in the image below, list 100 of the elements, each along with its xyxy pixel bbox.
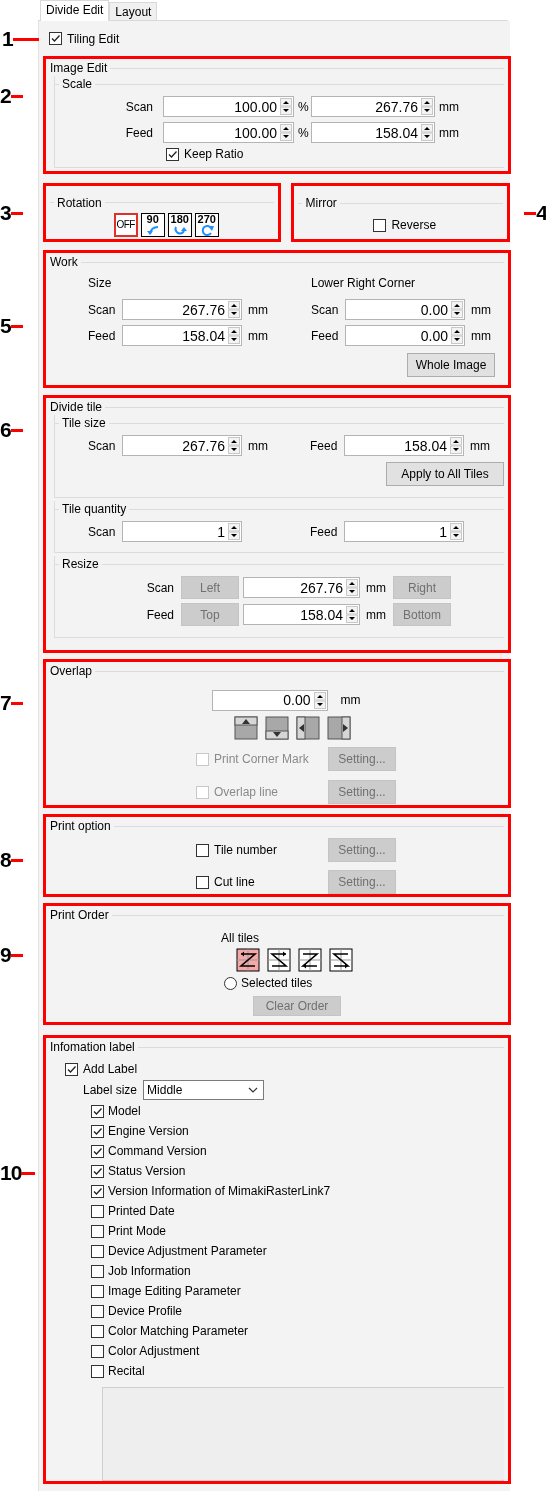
label-size-dropdown[interactable]: Middle xyxy=(143,1080,265,1100)
checkbox[interactable] xyxy=(91,1184,104,1198)
unit-label: % xyxy=(297,125,310,140)
number-field[interactable]: 267.76 xyxy=(122,435,242,456)
checkbox[interactable] xyxy=(65,1062,78,1076)
tab[interactable]: Divide Edit xyxy=(40,0,110,21)
number-field[interactable]: 158.04 xyxy=(311,122,435,143)
checkbox[interactable] xyxy=(373,218,387,232)
callout-number: 7 xyxy=(0,692,11,714)
spinner-control[interactable] xyxy=(228,523,240,540)
print-order-icon[interactable] xyxy=(329,948,353,972)
checkbox[interactable] xyxy=(196,875,209,889)
spinner-control[interactable] xyxy=(450,437,462,454)
checkbox[interactable] xyxy=(91,1124,104,1138)
checkbox[interactable] xyxy=(91,1104,104,1118)
checkbox-label: Device Adjustment Parameter xyxy=(108,1244,267,1258)
field-label: Label size xyxy=(83,1083,138,1097)
callout-number: 9 xyxy=(0,944,11,966)
number-field[interactable]: 1 xyxy=(122,521,242,542)
group-title: Divide tile xyxy=(50,400,103,414)
checkbox[interactable] xyxy=(91,1364,104,1378)
number-field[interactable]: 0.00 xyxy=(345,325,465,346)
print-order-icon[interactable] xyxy=(267,948,291,972)
number-field[interactable]: 158.04 xyxy=(243,604,360,625)
group-title: Image Edit xyxy=(50,61,108,75)
checkbox[interactable] xyxy=(91,1224,104,1238)
number-field[interactable]: 158.04 xyxy=(344,435,464,456)
apply-to-all-tiles-button[interactable]: Apply to All Tiles xyxy=(386,462,504,486)
number-field[interactable]: 158.04 xyxy=(122,325,242,346)
field-label: Scan xyxy=(125,99,154,114)
checkbox[interactable] xyxy=(196,843,209,857)
field-label: Scan xyxy=(311,302,340,317)
spinner-control[interactable] xyxy=(421,124,433,141)
spinner-control[interactable] xyxy=(450,523,462,540)
checkbox-label: Cut line xyxy=(214,875,255,889)
spinner-control[interactable] xyxy=(421,98,433,115)
checkbox[interactable] xyxy=(91,1264,104,1278)
unit-label: mm xyxy=(247,302,269,317)
number-field[interactable]: 100.00 xyxy=(163,122,294,143)
number-field[interactable]: 267.76 xyxy=(122,299,242,320)
group-title: Rotation xyxy=(57,195,102,210)
field-label: Scan xyxy=(88,302,117,317)
spinner-control[interactable] xyxy=(451,327,463,344)
spinner-control[interactable] xyxy=(313,691,326,709)
unit-label: mm xyxy=(247,328,269,343)
number-field[interactable]: 100.00 xyxy=(163,96,294,117)
whole-image-button[interactable]: Whole Image xyxy=(407,353,495,377)
rotation-button[interactable]: 180 xyxy=(167,212,192,237)
group-title: Infomation label xyxy=(50,1040,135,1054)
spinner-control[interactable] xyxy=(228,327,240,344)
callout-number: 2 xyxy=(0,85,11,107)
radio-button[interactable] xyxy=(224,976,237,990)
checkbox[interactable] xyxy=(49,32,62,45)
number-field[interactable]: 267.76 xyxy=(243,577,360,598)
checkbox-label: Reverse xyxy=(391,218,437,232)
spinner-control[interactable] xyxy=(280,124,292,141)
checkbox-label: Tile number xyxy=(214,843,277,857)
group-title: Print Order xyxy=(50,908,109,922)
unit-label: mm xyxy=(247,438,269,453)
checkbox-label: Image Editing Parameter xyxy=(108,1284,241,1298)
checkbox-label: Print Corner Mark xyxy=(214,752,309,766)
checkbox-label: Engine Version xyxy=(108,1124,189,1138)
column-heading: Lower Right Corner xyxy=(311,276,417,292)
number-field[interactable]: 0.00 xyxy=(211,689,328,711)
radio-label: Selected tiles xyxy=(241,976,313,990)
checkbox[interactable] xyxy=(91,1164,104,1178)
callout-number: 5 xyxy=(0,315,11,337)
checkbox[interactable] xyxy=(166,147,179,161)
spinner-control[interactable] xyxy=(346,606,358,623)
checkbox[interactable] xyxy=(91,1284,104,1298)
group-title: Tile quantity xyxy=(62,502,127,516)
rotation-button[interactable]: OFF xyxy=(113,212,138,237)
checkbox[interactable] xyxy=(91,1344,104,1358)
spinner-control[interactable] xyxy=(228,301,240,318)
checkbox-label: Command Version xyxy=(108,1144,207,1158)
tab[interactable]: Layout xyxy=(109,2,158,20)
number-field[interactable]: 0.00 xyxy=(345,299,465,320)
print-order-icon[interactable] xyxy=(236,948,260,972)
callout-number: 6 xyxy=(0,419,11,441)
column-heading: Size xyxy=(88,276,113,292)
number-field[interactable]: 267.76 xyxy=(311,96,435,117)
rotation-button[interactable]: 90 xyxy=(140,212,165,237)
spinner-control[interactable] xyxy=(451,301,463,318)
spinner-control[interactable] xyxy=(228,437,240,454)
checkbox[interactable] xyxy=(91,1324,104,1338)
callout-number: 3 xyxy=(0,202,11,224)
checkbox[interactable] xyxy=(91,1244,104,1258)
checkbox[interactable] xyxy=(91,1144,104,1158)
checkbox[interactable] xyxy=(91,1304,104,1318)
rotation-button[interactable]: 270 xyxy=(194,212,219,237)
spinner-control[interactable] xyxy=(280,98,292,115)
number-field[interactable]: 1 xyxy=(344,521,464,542)
checkbox[interactable] xyxy=(91,1204,104,1218)
unit-label: mm xyxy=(438,125,460,140)
spinner-control[interactable] xyxy=(346,579,358,596)
field-label: Feed xyxy=(88,328,117,343)
print-order-icon[interactable] xyxy=(298,948,322,972)
checkbox-label: Status Version xyxy=(108,1164,186,1178)
callout-number: 10 xyxy=(0,1162,22,1184)
checkbox-label: Print Mode xyxy=(108,1224,167,1238)
